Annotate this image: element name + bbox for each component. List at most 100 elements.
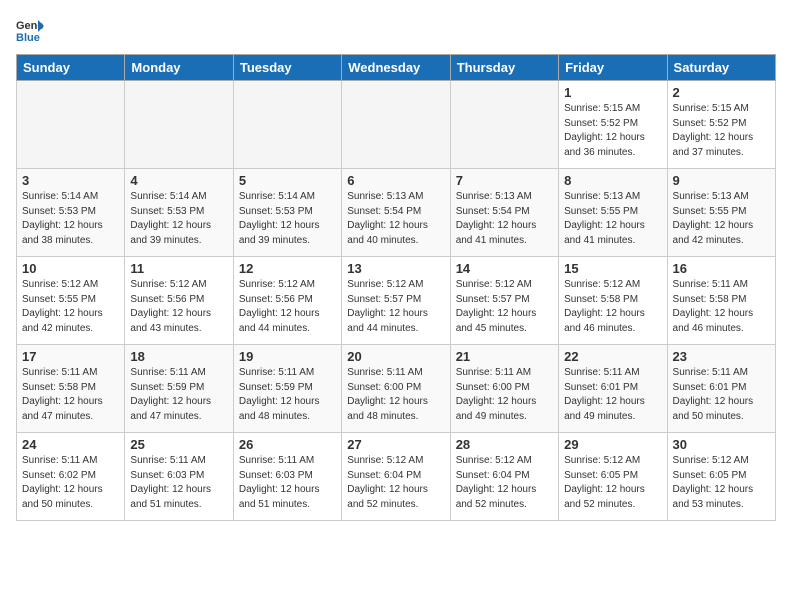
calendar-cell: 6Sunrise: 5:13 AM Sunset: 5:54 PM Daylig… [342, 169, 450, 257]
day-info: Sunrise: 5:14 AM Sunset: 5:53 PM Dayligh… [130, 190, 227, 248]
weekday-header-thursday: Thursday [450, 55, 558, 81]
day-info: Sunrise: 5:11 AM Sunset: 5:59 PM Dayligh… [130, 366, 227, 424]
day-number: 4 [130, 173, 227, 188]
weekday-header-monday: Monday [125, 55, 233, 81]
day-info: Sunrise: 5:14 AM Sunset: 5:53 PM Dayligh… [22, 190, 119, 248]
calendar-week-row: 1 Sunrise: 5:15 AM Sunset: 5:52 PM Daylig… [17, 81, 776, 169]
calendar-cell: 19 Sunrise: 5:11 AM Sunset: 5:59 PM Dayli… [233, 345, 341, 433]
day-info: Sunrise: 5:12 AM Sunset: 5:58 PM Dayligh… [564, 278, 661, 336]
calendar-cell: 14 Sunrise: 5:12 AM Sunset: 5:57 PM Dayli… [450, 257, 558, 345]
calendar-cell [125, 81, 233, 169]
day-number: 5 [239, 173, 336, 188]
day-info: Sunrise: 5:12 AM Sunset: 6:04 PM Dayligh… [347, 454, 444, 512]
day-number: 16 [673, 261, 770, 276]
day-number: 1 [564, 85, 661, 100]
calendar-cell: 20 Sunrise: 5:11 AM Sunset: 6:00 PM Dayli… [342, 345, 450, 433]
calendar-week-row: 24 Sunrise: 5:11 AM Sunset: 6:02 PM Dayli… [17, 433, 776, 521]
calendar-cell: 30 Sunrise: 5:12 AM Sunset: 6:05 PM Dayli… [667, 433, 775, 521]
day-info: Sunrise: 5:15 AM Sunset: 5:52 PM Dayligh… [673, 102, 770, 160]
calendar-cell: 10 Sunrise: 5:12 AM Sunset: 5:55 PM Dayli… [17, 257, 125, 345]
weekday-header-sunday: Sunday [17, 55, 125, 81]
day-info: Sunrise: 5:11 AM Sunset: 6:00 PM Dayligh… [347, 366, 444, 424]
day-info: Sunrise: 5:12 AM Sunset: 5:57 PM Dayligh… [347, 278, 444, 336]
day-info: Sunrise: 5:13 AM Sunset: 5:55 PM Dayligh… [673, 190, 770, 248]
calendar-week-row: 10 Sunrise: 5:12 AM Sunset: 5:55 PM Dayli… [17, 257, 776, 345]
calendar-cell: 3 Sunrise: 5:14 AM Sunset: 5:53 PM Daylig… [17, 169, 125, 257]
logo: GeneralBlue [16, 16, 48, 44]
day-number: 19 [239, 349, 336, 364]
calendar-week-row: 3 Sunrise: 5:14 AM Sunset: 5:53 PM Daylig… [17, 169, 776, 257]
calendar-cell: 25 Sunrise: 5:11 AM Sunset: 6:03 PM Dayli… [125, 433, 233, 521]
day-info: Sunrise: 5:13 AM Sunset: 5:54 PM Dayligh… [456, 190, 553, 248]
calendar-cell: 9 Sunrise: 5:13 AM Sunset: 5:55 PM Daylig… [667, 169, 775, 257]
day-info: Sunrise: 5:11 AM Sunset: 5:58 PM Dayligh… [673, 278, 770, 336]
calendar-cell: 4 Sunrise: 5:14 AM Sunset: 5:53 PM Daylig… [125, 169, 233, 257]
day-number: 7 [456, 173, 553, 188]
logo-icon: GeneralBlue [16, 16, 44, 44]
calendar-cell: 13 Sunrise: 5:12 AM Sunset: 5:57 PM Dayli… [342, 257, 450, 345]
day-number: 28 [456, 437, 553, 452]
day-number: 26 [239, 437, 336, 452]
day-number: 17 [22, 349, 119, 364]
calendar-cell [233, 81, 341, 169]
day-number: 12 [239, 261, 336, 276]
calendar-cell [342, 81, 450, 169]
calendar-cell: 18Sunrise: 5:11 AM Sunset: 5:59 PM Dayli… [125, 345, 233, 433]
day-number: 21 [456, 349, 553, 364]
day-info: Sunrise: 5:11 AM Sunset: 5:58 PM Dayligh… [22, 366, 119, 424]
day-number: 13 [347, 261, 444, 276]
weekday-header-friday: Friday [559, 55, 667, 81]
calendar-cell: 1 Sunrise: 5:15 AM Sunset: 5:52 PM Daylig… [559, 81, 667, 169]
day-info: Sunrise: 5:14 AM Sunset: 5:53 PM Dayligh… [239, 190, 336, 248]
calendar-cell: 27 Sunrise: 5:12 AM Sunset: 6:04 PM Dayli… [342, 433, 450, 521]
calendar-cell: 17 Sunrise: 5:11 AM Sunset: 5:58 PM Dayli… [17, 345, 125, 433]
calendar-cell: 21Sunrise: 5:11 AM Sunset: 6:00 PM Dayli… [450, 345, 558, 433]
calendar-cell: 22Sunrise: 5:11 AM Sunset: 6:01 PM Dayli… [559, 345, 667, 433]
day-info: Sunrise: 5:11 AM Sunset: 6:01 PM Dayligh… [673, 366, 770, 424]
weekday-header-wednesday: Wednesday [342, 55, 450, 81]
page-header: GeneralBlue [16, 16, 776, 44]
day-number: 15 [564, 261, 661, 276]
calendar-cell [17, 81, 125, 169]
day-number: 2 [673, 85, 770, 100]
weekday-header-tuesday: Tuesday [233, 55, 341, 81]
day-info: Sunrise: 5:15 AM Sunset: 5:52 PM Dayligh… [564, 102, 661, 160]
calendar-cell: 24 Sunrise: 5:11 AM Sunset: 6:02 PM Dayli… [17, 433, 125, 521]
calendar-table: SundayMondayTuesdayWednesdayThursdayFrid… [16, 54, 776, 521]
day-info: Sunrise: 5:12 AM Sunset: 6:04 PM Dayligh… [456, 454, 553, 512]
day-number: 30 [673, 437, 770, 452]
calendar-cell: 15 Sunrise: 5:12 AM Sunset: 5:58 PM Dayli… [559, 257, 667, 345]
weekday-header-saturday: Saturday [667, 55, 775, 81]
day-number: 10 [22, 261, 119, 276]
day-number: 24 [22, 437, 119, 452]
day-info: Sunrise: 5:12 AM Sunset: 5:55 PM Dayligh… [22, 278, 119, 336]
calendar-cell: 11 Sunrise: 5:12 AM Sunset: 5:56 PM Dayli… [125, 257, 233, 345]
day-info: Sunrise: 5:13 AM Sunset: 5:55 PM Dayligh… [564, 190, 661, 248]
day-number: 9 [673, 173, 770, 188]
calendar-cell: 23 Sunrise: 5:11 AM Sunset: 6:01 PM Dayli… [667, 345, 775, 433]
day-info: Sunrise: 5:12 AM Sunset: 6:05 PM Dayligh… [564, 454, 661, 512]
day-number: 23 [673, 349, 770, 364]
day-info: Sunrise: 5:12 AM Sunset: 5:56 PM Dayligh… [130, 278, 227, 336]
day-number: 25 [130, 437, 227, 452]
calendar-cell: 5 Sunrise: 5:14 AM Sunset: 5:53 PM Daylig… [233, 169, 341, 257]
day-info: Sunrise: 5:11 AM Sunset: 6:02 PM Dayligh… [22, 454, 119, 512]
calendar-header-row: SundayMondayTuesdayWednesdayThursdayFrid… [17, 55, 776, 81]
day-info: Sunrise: 5:11 AM Sunset: 5:59 PM Dayligh… [239, 366, 336, 424]
day-info: Sunrise: 5:11 AM Sunset: 6:03 PM Dayligh… [130, 454, 227, 512]
day-number: 3 [22, 173, 119, 188]
day-info: Sunrise: 5:12 AM Sunset: 5:57 PM Dayligh… [456, 278, 553, 336]
calendar-week-row: 17 Sunrise: 5:11 AM Sunset: 5:58 PM Dayli… [17, 345, 776, 433]
day-number: 27 [347, 437, 444, 452]
calendar-cell: 28 Sunrise: 5:12 AM Sunset: 6:04 PM Dayli… [450, 433, 558, 521]
calendar-cell: 2 Sunrise: 5:15 AM Sunset: 5:52 PM Daylig… [667, 81, 775, 169]
calendar-cell: 12 Sunrise: 5:12 AM Sunset: 5:56 PM Dayli… [233, 257, 341, 345]
day-info: Sunrise: 5:11 AM Sunset: 6:03 PM Dayligh… [239, 454, 336, 512]
day-number: 14 [456, 261, 553, 276]
calendar-cell: 16 Sunrise: 5:11 AM Sunset: 5:58 PM Dayli… [667, 257, 775, 345]
day-info: Sunrise: 5:12 AM Sunset: 5:56 PM Dayligh… [239, 278, 336, 336]
day-number: 11 [130, 261, 227, 276]
calendar-cell: 26 Sunrise: 5:11 AM Sunset: 6:03 PM Dayli… [233, 433, 341, 521]
day-number: 20 [347, 349, 444, 364]
day-info: Sunrise: 5:12 AM Sunset: 6:05 PM Dayligh… [673, 454, 770, 512]
